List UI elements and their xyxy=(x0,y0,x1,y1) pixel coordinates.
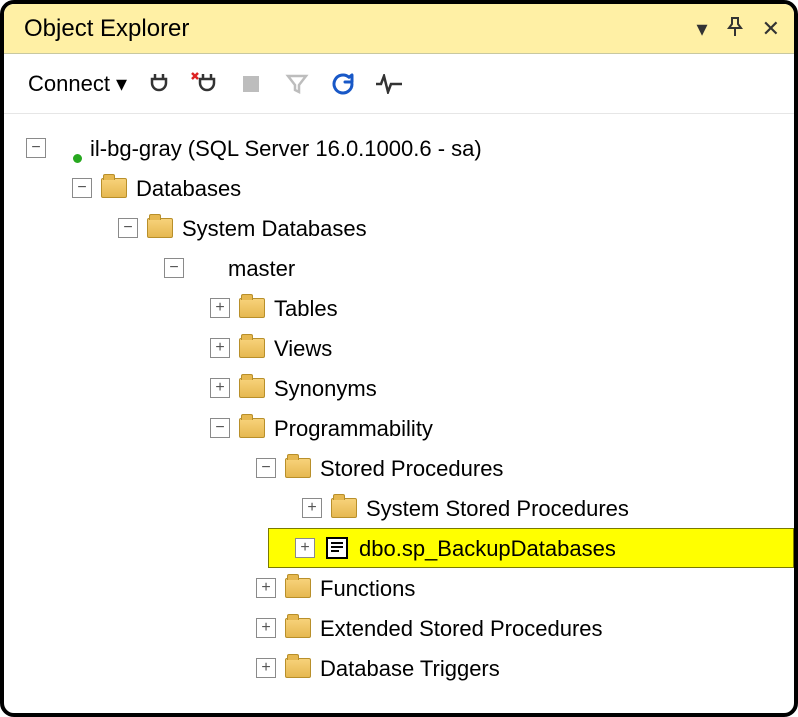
expand-icon[interactable]: + xyxy=(210,378,230,398)
plug-icon[interactable] xyxy=(145,70,173,98)
expand-icon[interactable]: + xyxy=(210,338,230,358)
collapse-icon[interactable]: − xyxy=(210,418,230,438)
tree-node-label: Functions xyxy=(320,572,415,605)
tree-node-server[interactable]: − il-bg-gray (SQL Server 16.0.1000.6 - s… xyxy=(12,128,794,168)
tree-node-label: Synonyms xyxy=(274,372,377,405)
tree-node-label: Databases xyxy=(136,172,241,205)
folder-icon xyxy=(146,214,174,242)
tree-node-label: Views xyxy=(274,332,332,365)
filter-icon[interactable] xyxy=(283,70,311,98)
folder-icon xyxy=(100,174,128,202)
folder-icon xyxy=(284,454,312,482)
object-explorer-panel: Object Explorer ▾ ✕ Connect ▾ xyxy=(0,0,798,717)
tree-node-label: Programmability xyxy=(274,412,433,445)
refresh-icon[interactable] xyxy=(329,70,357,98)
expand-icon[interactable]: + xyxy=(210,298,230,318)
tree-node-programmability[interactable]: − Programmability xyxy=(12,408,794,448)
tree-node-extended-stored-procedures[interactable]: + Extended Stored Procedures xyxy=(12,608,794,648)
chevron-down-icon: ▾ xyxy=(116,71,127,97)
expand-icon[interactable]: + xyxy=(256,618,276,638)
tree-node-system-stored-procedures[interactable]: + System Stored Procedures xyxy=(12,488,794,528)
close-icon[interactable]: ✕ xyxy=(762,18,780,40)
object-tree[interactable]: − il-bg-gray (SQL Server 16.0.1000.6 - s… xyxy=(4,114,794,688)
collapse-icon[interactable]: − xyxy=(164,258,184,278)
tree-node-label: Tables xyxy=(274,292,338,325)
collapse-icon[interactable]: − xyxy=(72,178,92,198)
panel-title: Object Explorer xyxy=(24,15,189,43)
tree-node-label: System Stored Procedures xyxy=(366,492,629,525)
folder-icon xyxy=(238,334,266,362)
folder-icon xyxy=(238,414,266,442)
tree-node-system-databases[interactable]: − System Databases xyxy=(12,208,794,248)
tree-node-label: Stored Procedures xyxy=(320,452,503,485)
tree-node-synonyms[interactable]: + Synonyms xyxy=(12,368,794,408)
tree-node-label: Extended Stored Procedures xyxy=(320,612,603,645)
folder-icon xyxy=(284,574,312,602)
tree-node-stored-procedures[interactable]: − Stored Procedures xyxy=(12,448,794,488)
disconnect-icon[interactable] xyxy=(191,70,219,98)
tree-node-label: il-bg-gray (SQL Server 16.0.1000.6 - sa) xyxy=(90,132,482,165)
tree-node-views[interactable]: + Views xyxy=(12,328,794,368)
folder-icon xyxy=(330,494,358,522)
expand-icon[interactable]: + xyxy=(256,578,276,598)
toolbar: Connect ▾ xyxy=(4,54,794,114)
tree-node-databases[interactable]: − Databases xyxy=(12,168,794,208)
folder-icon xyxy=(284,614,312,642)
collapse-icon[interactable]: − xyxy=(118,218,138,238)
tree-node-label: Database Triggers xyxy=(320,652,500,685)
window-dropdown-icon[interactable]: ▾ xyxy=(697,18,708,40)
tree-node-label: master xyxy=(228,252,295,285)
expand-icon[interactable]: + xyxy=(302,498,322,518)
collapse-icon[interactable]: − xyxy=(26,138,46,158)
tree-node-functions[interactable]: + Functions xyxy=(12,568,794,608)
folder-icon xyxy=(238,294,266,322)
tree-node-master-db[interactable]: − master xyxy=(12,248,794,288)
tree-node-sp-backupdatabases[interactable]: + dbo.sp_BackupDatabases xyxy=(268,528,794,568)
folder-icon xyxy=(238,374,266,402)
tree-node-database-triggers[interactable]: + Database Triggers xyxy=(12,648,794,688)
stored-procedure-icon xyxy=(323,534,351,562)
pin-icon[interactable] xyxy=(726,17,744,41)
window-controls: ▾ ✕ xyxy=(697,17,780,41)
tree-node-label: dbo.sp_BackupDatabases xyxy=(359,532,616,565)
panel-titlebar: Object Explorer ▾ ✕ xyxy=(4,4,794,54)
connect-label: Connect xyxy=(28,71,110,97)
collapse-icon[interactable]: − xyxy=(256,458,276,478)
expand-icon[interactable]: + xyxy=(256,658,276,678)
folder-icon xyxy=(284,654,312,682)
database-icon xyxy=(192,254,220,282)
expand-icon[interactable]: + xyxy=(295,538,315,558)
tree-node-label: System Databases xyxy=(182,212,367,245)
tree-node-tables[interactable]: + Tables xyxy=(12,288,794,328)
server-icon xyxy=(54,134,82,162)
connect-button[interactable]: Connect ▾ xyxy=(28,71,127,97)
stop-icon[interactable] xyxy=(237,70,265,98)
activity-monitor-icon[interactable] xyxy=(375,70,403,98)
